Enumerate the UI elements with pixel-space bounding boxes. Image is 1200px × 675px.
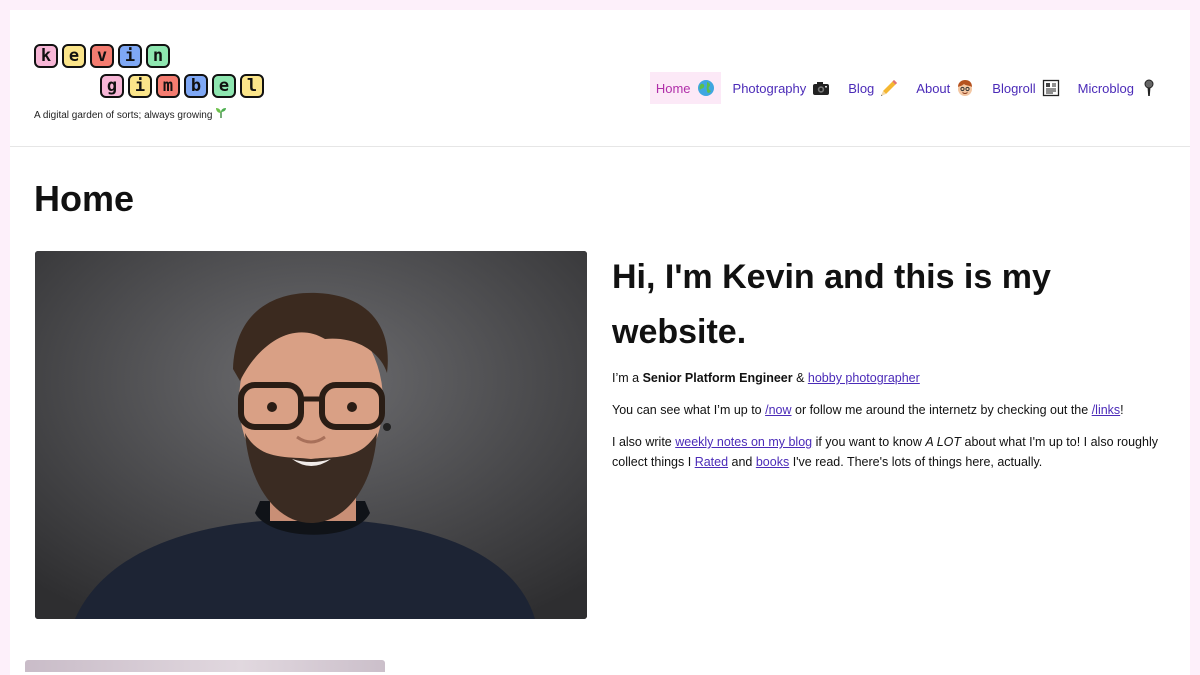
- tagline-text: A digital garden of sorts; always growin…: [34, 110, 213, 121]
- books-link[interactable]: books: [756, 455, 789, 469]
- sprout-icon: [215, 108, 227, 121]
- job-title: Senior Platform Engineer: [642, 371, 793, 385]
- nav-item-home[interactable]: Home: [649, 72, 721, 104]
- now-link[interactable]: /now: [765, 403, 791, 417]
- text: I also write: [612, 435, 676, 449]
- nav-item-blog[interactable]: Blog: [842, 72, 904, 104]
- logo-tile: i: [128, 74, 152, 98]
- emphasis: A LOT: [925, 435, 962, 449]
- nav-item-label: Blog: [848, 80, 875, 96]
- nav-item-label: Microblog: [1077, 80, 1134, 96]
- site-logo[interactable]: k e v i n g i m b e l: [34, 44, 264, 104]
- links-link[interactable]: /links: [1092, 403, 1120, 417]
- logo-tile: v: [90, 44, 114, 68]
- rated-link[interactable]: Rated: [695, 455, 728, 469]
- nav-item-label: Photography: [732, 80, 807, 96]
- logo-row-kevin: k e v i n: [34, 44, 264, 70]
- next-section-image-peek: [25, 660, 385, 672]
- logo-tile: e: [62, 44, 86, 68]
- face-icon: [956, 79, 974, 97]
- page: k e v i n g i m b e l A digital garden o…: [10, 10, 1190, 675]
- newspaper-icon: [1042, 79, 1060, 97]
- logo-tile: m: [156, 74, 180, 98]
- microphone-icon: [1140, 79, 1158, 97]
- nav-item-about[interactable]: About: [910, 72, 980, 104]
- portrait-photo: [35, 251, 587, 619]
- site-tagline: A digital garden of sorts; always growin…: [34, 107, 227, 121]
- nav-item-microblog[interactable]: Microblog: [1072, 72, 1164, 104]
- camera-icon: [812, 79, 830, 97]
- nav-item-label: About: [916, 80, 951, 96]
- text: !: [1120, 403, 1124, 417]
- nav-item-label: Blogroll: [992, 80, 1036, 96]
- logo-tile: l: [240, 74, 264, 98]
- hobby-photographer-link[interactable]: hobby photographer: [808, 371, 920, 385]
- text: or follow me around the internetz by che…: [791, 403, 1092, 417]
- intro-paragraph-role: I’m a Senior Platform Engineer & hobby p…: [612, 368, 1172, 388]
- nav-item-blogroll[interactable]: Blogroll: [986, 72, 1065, 104]
- text: &: [792, 371, 808, 385]
- intro-paragraph-notes: I also write weekly notes on my blog if …: [612, 432, 1172, 472]
- logo-tile: b: [184, 74, 208, 98]
- intro-heading: Hi, I'm Kevin and this is my website.: [612, 258, 1051, 351]
- weekly-notes-link[interactable]: weekly notes on my blog: [675, 435, 812, 449]
- logo-tile: n: [146, 44, 170, 68]
- logo-tile: i: [118, 44, 142, 68]
- logo-tile: k: [34, 44, 58, 68]
- nav-item-photography[interactable]: Photography: [727, 72, 837, 104]
- intro-paragraph-now: You can see what I’m up to /now or follo…: [612, 400, 1172, 420]
- page-title: Home: [34, 178, 135, 219]
- pencil-icon: [880, 79, 898, 97]
- text: if you want to know: [812, 435, 926, 449]
- logo-row-gimbel: g i m b e l: [100, 74, 264, 100]
- logo-tile: g: [100, 74, 124, 98]
- text: I’m a: [612, 371, 643, 385]
- nav-item-label: Home: [655, 80, 691, 96]
- logo-tile: e: [212, 74, 236, 98]
- globe-icon: [697, 79, 715, 97]
- text: I've read. There's lots of things here, …: [789, 455, 1043, 469]
- text: You can see what I’m up to: [612, 403, 766, 417]
- site-header: k e v i n g i m b e l A digital garden o…: [10, 10, 1190, 147]
- intro-section: Hi, I'm Kevin and this is my website. I’…: [612, 250, 1172, 484]
- main-nav: Home Photography Blog About Blogroll Mic…: [644, 72, 1164, 104]
- text: and: [728, 455, 756, 469]
